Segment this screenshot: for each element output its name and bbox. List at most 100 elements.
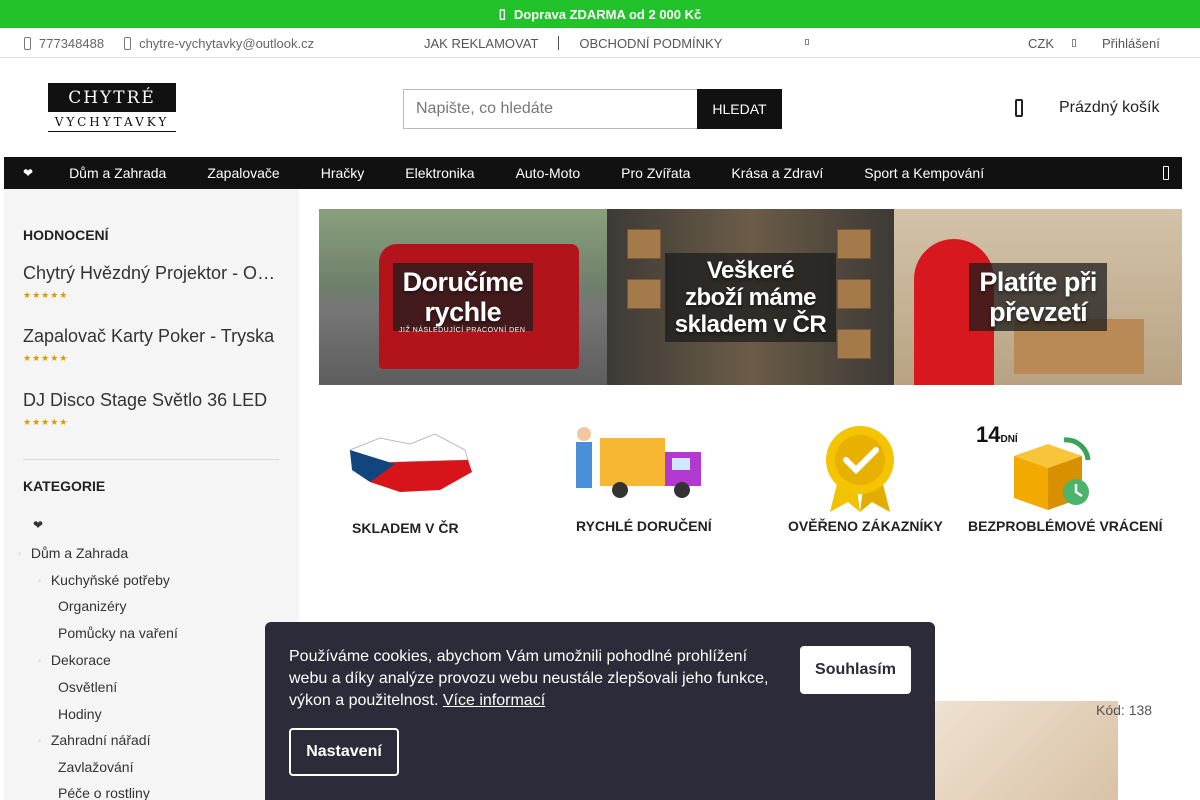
benefit-label: OVĚŘENO ZÁKAZNÍKY [788,518,943,534]
heart-icon: ❤ [33,518,44,532]
category-item[interactable]: Organizéry [58,598,126,614]
category-favorites[interactable]: ❤ [33,518,43,532]
review-product-name[interactable]: Chytrý Hvězdný Projektor - Oceán [23,263,279,284]
mail-icon [124,36,132,50]
logo[interactable]: CHYTRÉ VYCHYTAVKY [48,83,176,133]
czech-map-icon [349,433,472,492]
category-item[interactable]: Osvětlení [58,679,117,695]
box-image [836,229,871,259]
banner-in-stock[interactable]: Veškeré zboží máme skladem v ČR [606,209,895,385]
product-code: Kód: 138 [1096,702,1153,718]
utility-bar: 777348488 chytre-vychytavky@outlook.cz J… [0,28,1200,58]
header: CHYTRÉ VYCHYTAVKY HLEDAT Prázdný košík [0,58,1200,156]
email-link[interactable]: chytre-vychytavky@outlook.cz [124,36,314,51]
more-links-icon[interactable] [805,39,809,45]
banner-line: rychle [424,297,502,327]
review-item[interactable]: Zapalovač Karty Poker - Tryska ★★★★★ [23,326,279,364]
search-form: HLEDAT [403,89,782,129]
categories-title: KATEGORIE [23,478,106,494]
category-item[interactable]: ◦ Dekorace [38,652,111,668]
box-image [626,279,661,309]
banner-sub: JIŽ NÁSLEDUJÍCÍ PRACOVNÍ DEN [399,327,526,334]
box-image [836,329,871,359]
cart[interactable]: Prázdný košík [1015,99,1159,117]
star-rating: ★★★★★ [23,417,69,427]
cookie-banner: Používáme cookies, abychom Vám umožnili … [265,622,935,800]
benefit-fast-delivery: RYCHLÉ DORUČENÍ [570,420,720,534]
bullet-icon: ◦ [18,548,21,558]
promo-text: Doprava ZDARMA od 2 000 Kč [513,6,702,22]
nav-favorites[interactable]: ❤ [23,166,33,180]
nav-item-zapalovace[interactable]: Zapalovače [207,165,279,181]
banner-line: Veškeré [706,256,795,284]
promo-bar: ▯ Doprava ZDARMA od 2 000 Kč [0,0,1200,28]
search-button[interactable]: HLEDAT [697,89,782,129]
logo-bottom: VYCHYTAVKY [48,112,176,132]
review-item[interactable]: DJ Disco Stage Světlo 36 LED ★★★★★ [23,390,279,428]
category-item[interactable]: Zavlažování [58,759,133,775]
phone-link[interactable]: 777348488 [24,36,104,51]
box-image [626,229,661,259]
product-image[interactable] [935,701,1118,800]
bullet-icon: ◦ [38,575,41,585]
more-info-link[interactable]: Více informací [443,692,545,709]
category-item[interactable]: ◦ Kuchyňské potřeby [38,572,170,588]
info-links: JAK REKLAMOVAT OBCHODNÍ PODMÍNKY [424,28,722,58]
contact-info: 777348488 chytre-vychytavky@outlook.cz [24,28,314,58]
banner-line: převzetí [989,297,1088,327]
verified-badge-icon [826,426,894,512]
nav-more-icon[interactable] [1163,166,1169,180]
benefit-label: SKLADEM V ČR [352,520,459,536]
review-item[interactable]: Chytrý Hvězdný Projektor - Oceán ★★★★★ [23,263,279,301]
login-link[interactable]: Přihlášení [1102,36,1160,51]
cart-label: Prázdný košík [1059,99,1160,116]
banner-line: Doručíme [402,267,524,297]
banner-pay-on-delivery[interactable]: Platíte při převzetí [894,209,1183,385]
link-obchodni-podminky[interactable]: OBCHODNÍ PODMÍNKY [579,36,722,51]
banner-fast-delivery[interactable]: Doručíme rychle JIŽ NÁSLEDUJÍCÍ PRACOVNÍ… [319,209,607,385]
nav-item-elektronika[interactable]: Elektronika [405,165,474,181]
link-jak-reklamovat[interactable]: JAK REKLAMOVAT [424,36,538,51]
truck-icon: ▯ [498,6,506,21]
chevron-down-icon[interactable] [1072,39,1076,47]
review-product-name[interactable]: DJ Disco Stage Světlo 36 LED [23,390,279,411]
currency-selector[interactable]: CZK [1028,36,1054,51]
nav-item-dum-a-zahrada[interactable]: Dům a Zahrada [69,165,166,181]
sidebar: HODNOCENÍ Chytrý Hvězdný Projektor - Oce… [4,189,299,800]
review-product-name[interactable]: Zapalovač Karty Poker - Tryska [23,326,279,347]
category-item[interactable]: ◦ Zahradní nářadí [38,732,150,748]
reviews-title: HODNOCENÍ [23,227,109,243]
bullet-icon: ◦ [38,655,41,665]
logo-top: CHYTRÉ [48,83,176,112]
promo-banners: Doručíme rychle JIŽ NÁSLEDUJÍCÍ PRACOVNÍ… [319,209,1183,385]
banner-line: zboží máme [684,283,817,311]
main-nav: ❤ Dům a Zahrada Zapalovače Hračky Elektr… [4,157,1182,189]
return-days: 14 [976,422,1001,447]
nav-item-sport-a-kempovani[interactable]: Sport a Kempování [864,165,984,181]
return-days-unit: DNÍ [1000,434,1018,445]
phone-icon [24,36,31,50]
divider [558,36,560,50]
nav-item-krasa-a-zdravi[interactable]: Krása a Zdraví [731,165,823,181]
banner-line: skladem v ČR [674,310,827,338]
utility-right: CZK Přihlášení [1028,28,1160,58]
truck-icon [576,427,701,498]
search-input[interactable] [403,89,697,129]
category-item[interactable]: Péče o rostliny [58,785,150,800]
benefit-verified: OVĚŘENO ZÁKAZNÍKY [788,420,943,534]
divider [23,459,279,460]
agree-button[interactable]: Souhlasím [800,646,911,694]
star-rating: ★★★★★ [23,290,69,300]
benefit-returns: 14DNÍ BEZPROBLÉMOVÉ VRÁCENÍ [968,420,1162,534]
banner-line: Platíte při [979,267,1097,297]
benefit-label: BEZPROBLÉMOVÉ VRÁCENÍ [968,518,1163,534]
nav-item-hracky[interactable]: Hračky [321,165,365,181]
category-item[interactable]: Pomůcky na vaření [58,625,178,641]
cart-icon [1015,99,1023,117]
settings-button[interactable]: Nastavení [289,728,399,776]
nav-item-auto-moto[interactable]: Auto-Moto [516,165,581,181]
category-item[interactable]: ◦ Dům a Zahrada [18,545,128,561]
box-image [836,279,871,309]
nav-item-pro-zvirata[interactable]: Pro Zvířata [621,165,690,181]
category-item[interactable]: Hodiny [58,706,102,722]
